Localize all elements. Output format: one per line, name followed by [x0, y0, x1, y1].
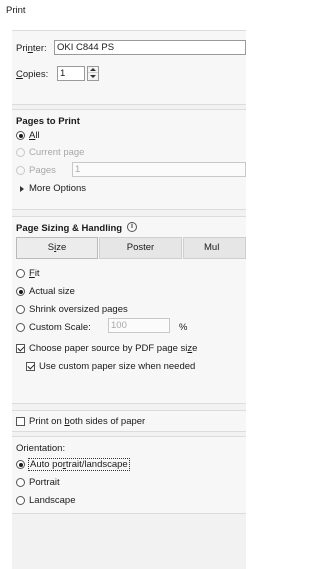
copies-stepper[interactable]: [87, 66, 99, 81]
actual-size-label[interactable]: Actual size: [29, 286, 75, 297]
custom-scale-value: 100: [111, 320, 127, 331]
pages-range-radio[interactable]: [16, 166, 25, 175]
custom-scale-radio[interactable]: [16, 323, 25, 332]
copies-decrement-button[interactable]: [88, 74, 98, 80]
info-icon[interactable]: i: [127, 222, 137, 232]
shrink-oversized-label[interactable]: Shrink oversized pages: [29, 304, 128, 315]
landscape-label[interactable]: Landscape: [29, 495, 75, 506]
arrow-up-icon: [90, 68, 96, 71]
printer-label: Printer:: [16, 43, 47, 54]
orientation-section: Orientation: Auto portrait/landscape Por…: [12, 436, 246, 514]
expand-caret-icon[interactable]: [20, 186, 24, 192]
actual-size-radio[interactable]: [16, 287, 25, 296]
use-custom-paper-size-label[interactable]: Use custom paper size when needed: [39, 361, 195, 372]
printer-section: Printer: OKI C844 PS Copies: 1: [12, 30, 246, 105]
shrink-oversized-radio[interactable]: [16, 305, 25, 314]
landscape-radio[interactable]: [16, 496, 25, 505]
duplex-section: Print on both sides of paper: [12, 410, 246, 432]
custom-scale-label[interactable]: Custom Scale:: [29, 322, 91, 333]
print-both-sides-checkbox[interactable]: [16, 417, 25, 426]
more-options-link[interactable]: More Options: [29, 183, 86, 194]
window-title: Print: [6, 5, 26, 16]
printer-select-value: OKI C844 PS: [57, 42, 115, 53]
choose-paper-source-checkbox[interactable]: [16, 344, 25, 353]
pages-to-print-heading: Pages to Print: [16, 116, 80, 127]
use-custom-paper-size-checkbox[interactable]: [26, 362, 35, 371]
pages-to-print-section: Pages to Print All Current page Pages 1 …: [12, 109, 246, 210]
copies-input[interactable]: 1: [57, 66, 85, 81]
print-both-sides-label[interactable]: Print on both sides of paper: [29, 416, 145, 427]
portrait-label[interactable]: Portrait: [29, 477, 60, 488]
pages-range-input[interactable]: 1: [72, 162, 246, 177]
choose-paper-source-label[interactable]: Choose paper source by PDF page size: [29, 343, 197, 354]
all-pages-label[interactable]: All: [29, 130, 40, 141]
percent-label: %: [179, 322, 188, 333]
fit-radio[interactable]: [16, 269, 25, 278]
fit-label[interactable]: Fit: [29, 268, 40, 279]
printer-select[interactable]: OKI C844 PS: [54, 40, 246, 55]
current-page-radio[interactable]: [16, 148, 25, 157]
size-tab-button[interactable]: Size: [16, 237, 98, 259]
print-options-panel: Printer: OKI C844 PS Copies: 1 Pages to …: [12, 30, 246, 569]
page-sizing-section: Page Sizing & Handling i Size Poster Mul…: [12, 216, 246, 404]
orientation-heading: Orientation:: [16, 443, 66, 454]
copies-increment-button[interactable]: [88, 67, 98, 73]
auto-orientation-radio[interactable]: [16, 460, 25, 469]
custom-scale-input[interactable]: 100: [108, 318, 170, 333]
multiple-tab-button[interactable]: Mul: [183, 237, 246, 259]
copies-value: 1: [60, 68, 66, 79]
all-pages-radio[interactable]: [16, 131, 25, 140]
poster-tab-button[interactable]: Poster: [99, 237, 182, 259]
pages-range-value: 1: [75, 164, 81, 175]
current-page-label[interactable]: Current page: [29, 147, 84, 158]
window-titlebar: Print: [0, 0, 246, 22]
pages-range-label[interactable]: Pages: [29, 165, 56, 176]
copies-label: Copies:: [16, 69, 49, 80]
page-sizing-heading: Page Sizing & Handling: [16, 223, 123, 234]
arrow-down-icon: [90, 75, 96, 78]
auto-orientation-label[interactable]: Auto portrait/landscape: [28, 458, 130, 471]
portrait-radio[interactable]: [16, 478, 25, 487]
